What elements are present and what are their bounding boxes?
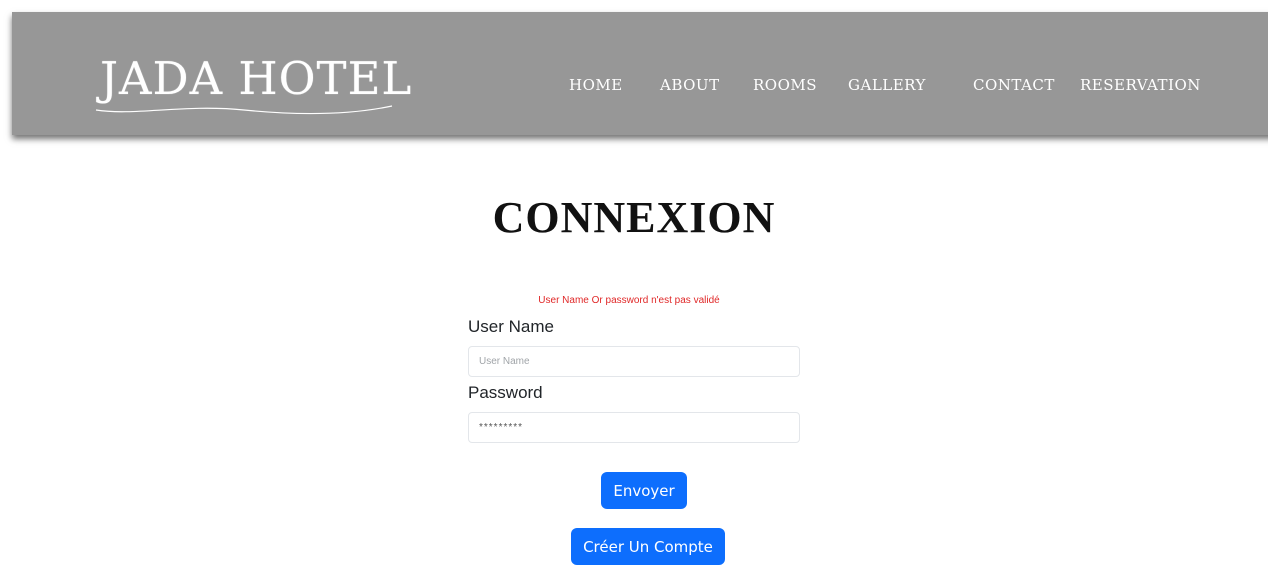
submit-button[interactable]: Envoyer [601, 472, 687, 509]
logo-swash-icon [95, 105, 393, 115]
nav-contact[interactable]: CONTACT [973, 76, 1055, 94]
nav-gallery[interactable]: GALLERY [848, 76, 926, 94]
navbar: JADA HOTEL HOME ABOUT ROOMS GALLERY CONT… [12, 12, 1268, 135]
nav-reservation[interactable]: RESERVATION [1080, 76, 1201, 94]
create-account-button[interactable]: Créer Un Compte [571, 528, 725, 565]
username-input[interactable] [468, 346, 800, 377]
nav-rooms[interactable]: ROOMS [753, 76, 817, 94]
username-label: User Name [468, 317, 554, 336]
nav-links: HOME ABOUT ROOMS GALLERY CONTACT RESERVA… [12, 76, 1268, 100]
password-input[interactable] [468, 412, 800, 443]
login-error-message: User Name Or password n'est pas validé [538, 295, 720, 306]
nav-home[interactable]: HOME [569, 76, 623, 94]
nav-about[interactable]: ABOUT [660, 76, 720, 94]
password-label: Password [468, 383, 543, 402]
page-title: CONNEXION [492, 193, 776, 242]
